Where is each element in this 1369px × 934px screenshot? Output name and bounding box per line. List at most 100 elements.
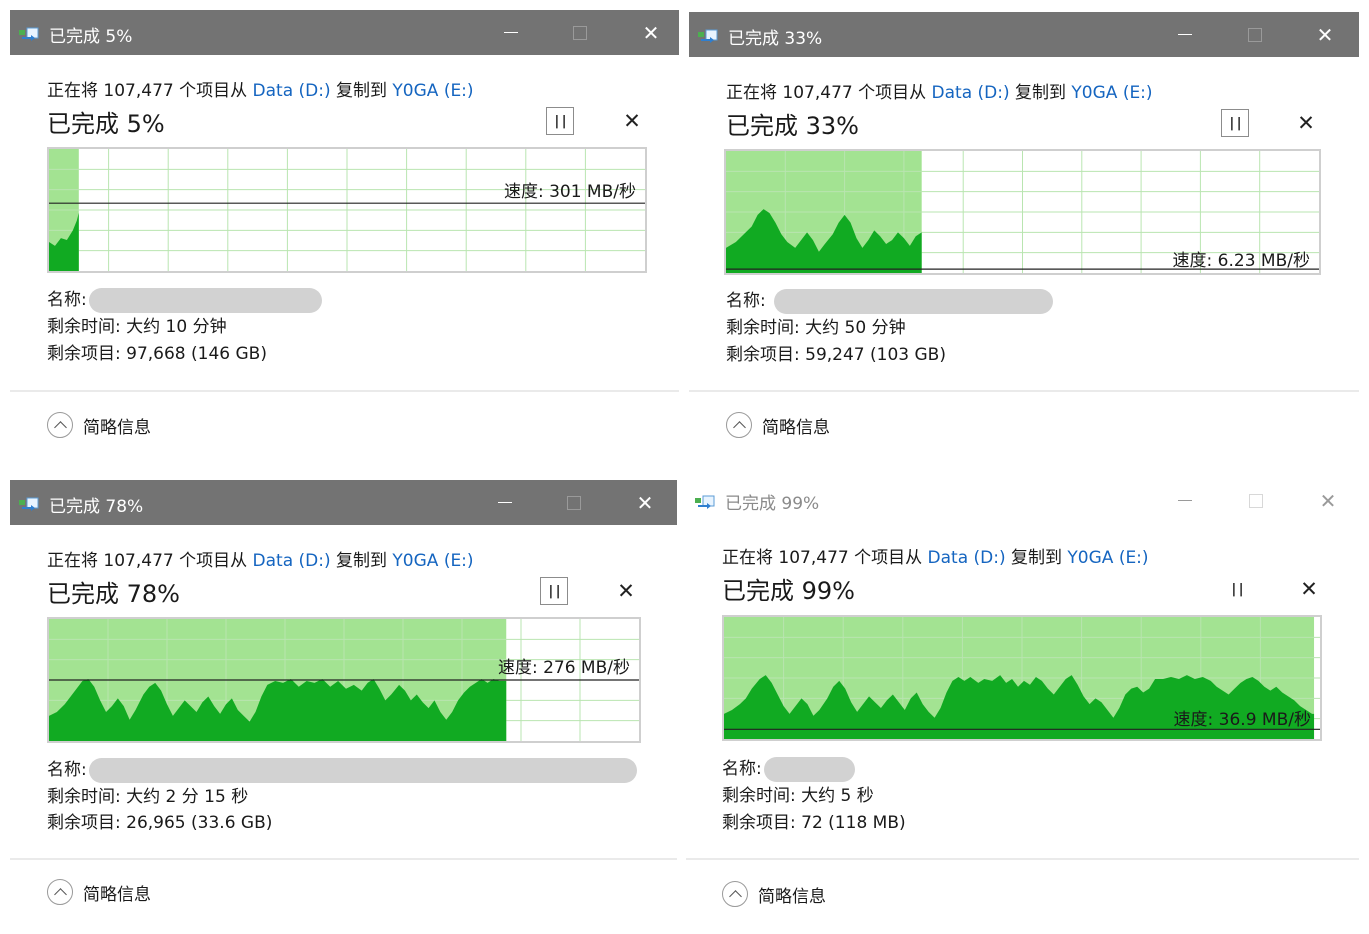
fewer-details-toggle[interactable]: 简略信息 [47, 879, 151, 905]
remaining-items-label: 剩余项目: [47, 813, 121, 833]
remaining-items-label: 剩余项目: [726, 345, 800, 365]
remaining-time-label: 剩余时间: [47, 317, 121, 337]
desc-prefix: 正在将 107,477 个项目从 [722, 548, 928, 568]
remaining-items-label: 剩余项目: [722, 813, 796, 833]
speed-readout: 速度: 276 MB/秒 [497, 658, 630, 678]
desc-middle: 复制到 [330, 81, 393, 101]
minimize-button[interactable] [1162, 478, 1208, 523]
pause-icon: | | [1229, 115, 1241, 131]
fewer-details-label: 简略信息 [83, 417, 151, 438]
source-link[interactable]: Data (D:) [253, 81, 331, 101]
source-link[interactable]: Data (D:) [253, 551, 331, 571]
speed-graph: 速度: 276 MB/秒 [47, 617, 641, 743]
remaining-time-value: 大约 10 分钟 [126, 317, 227, 337]
name-row: 名称: [47, 287, 322, 314]
speed-graph-canvas [49, 149, 645, 271]
pause-button[interactable]: | | [540, 577, 568, 605]
copy-description: 正在将 107,477 个项目从 Data (D:) 复制到 Y0GA (E:) [726, 78, 1153, 103]
maximize-button[interactable] [557, 10, 603, 55]
speed-graph: 速度: 301 MB/秒 [47, 147, 647, 273]
pause-icon: | | [1231, 581, 1243, 597]
file-copy-icon [19, 27, 39, 41]
filename-redacted [763, 756, 855, 782]
remaining-time-value: 大约 2 分 15 秒 [126, 787, 249, 807]
window-title: 已完成 78% [49, 497, 144, 517]
filename-redacted [88, 287, 322, 313]
cancel-button[interactable]: ✕ [612, 577, 640, 605]
name-label: 名称: [47, 760, 87, 780]
destination-link[interactable]: Y0GA (E:) [392, 81, 473, 101]
cancel-button[interactable]: ✕ [1292, 109, 1320, 137]
remaining-items-row: 剩余项目: 97,668 (146 GB) [47, 341, 267, 368]
title-bar[interactable]: 已完成 5% ✕ [10, 10, 679, 55]
speed-graph: 速度: 36.9 MB/秒 [722, 615, 1322, 741]
file-copy-icon [695, 495, 715, 509]
filename-redacted [773, 288, 1053, 314]
title-bar[interactable]: 已完成 99% ✕ [686, 478, 1359, 523]
remaining-items-value: 97,668 (146 GB) [126, 344, 267, 364]
close-icon: ✕ [1300, 577, 1318, 601]
close-window-button[interactable]: ✕ [1302, 12, 1348, 57]
maximize-button[interactable] [1232, 12, 1278, 57]
title-bar[interactable]: 已完成 33% ✕ [689, 12, 1359, 57]
remaining-time-label: 剩余时间: [722, 786, 796, 806]
minimize-icon [1178, 500, 1192, 501]
remaining-items-value: 26,965 (33.6 GB) [126, 813, 273, 833]
minimize-button[interactable] [482, 480, 528, 525]
divider [689, 390, 1359, 392]
close-icon: ✕ [1316, 22, 1334, 47]
chevron-up-icon [47, 879, 73, 905]
maximize-button[interactable] [1233, 478, 1279, 523]
fewer-details-toggle[interactable]: 简略信息 [726, 412, 830, 438]
close-window-button[interactable]: ✕ [628, 10, 674, 55]
cancel-button[interactable]: ✕ [618, 107, 646, 135]
speed-graph-canvas [49, 619, 639, 741]
chevron-up-icon [726, 412, 752, 438]
title-bar[interactable]: 已完成 78% ✕ [10, 480, 677, 525]
window-title: 已完成 5% [49, 27, 133, 47]
desc-middle: 复制到 [1009, 83, 1072, 103]
desc-prefix: 正在将 107,477 个项目从 [726, 83, 932, 103]
pause-button[interactable]: | | [546, 107, 574, 135]
minimize-button[interactable] [488, 10, 534, 55]
pause-button[interactable]: | | [1221, 109, 1249, 137]
filename-redacted [88, 757, 637, 783]
destination-link[interactable]: Y0GA (E:) [1067, 548, 1148, 568]
fewer-details-toggle[interactable]: 简略信息 [722, 881, 826, 907]
chevron-up-icon [47, 412, 73, 438]
destination-link[interactable]: Y0GA (E:) [1071, 83, 1152, 103]
fewer-details-label: 简略信息 [762, 417, 830, 438]
desc-prefix: 正在将 107,477 个项目从 [47, 81, 253, 101]
remaining-time-label: 剩余时间: [47, 787, 121, 807]
copy-description: 正在将 107,477 个项目从 Data (D:) 复制到 Y0GA (E:) [47, 76, 474, 101]
source-link[interactable]: Data (D:) [932, 83, 1010, 103]
maximize-icon [567, 495, 581, 510]
maximize-icon [1248, 27, 1262, 42]
close-icon: ✕ [642, 20, 660, 45]
cancel-button[interactable]: ✕ [1295, 575, 1323, 603]
fewer-details-toggle[interactable]: 简略信息 [47, 412, 151, 438]
divider [10, 858, 677, 860]
maximize-icon [573, 25, 587, 40]
pause-button[interactable]: | | [1223, 575, 1251, 603]
name-row: 名称: [722, 756, 855, 783]
copy-dialog-99: 已完成 99% ✕ 正在将 107,477 个项目从 Data (D:) 复制到… [686, 478, 1359, 932]
fewer-details-label: 简略信息 [758, 886, 826, 907]
name-label: 名称: [47, 290, 87, 310]
fewer-details-label: 简略信息 [83, 884, 151, 905]
maximize-button[interactable] [551, 480, 597, 525]
minimize-icon [504, 32, 518, 33]
percent-complete: 已完成 5% [47, 110, 165, 138]
close-window-button[interactable]: ✕ [622, 480, 668, 525]
source-link[interactable]: Data (D:) [928, 548, 1006, 568]
minimize-button[interactable] [1162, 12, 1208, 57]
minimize-icon [498, 502, 512, 503]
copy-dialog-33: 已完成 33% ✕ 正在将 107,477 个项目从 Data (D:) 复制到… [689, 12, 1359, 472]
file-copy-icon [698, 29, 718, 43]
minimize-icon [1178, 34, 1192, 35]
close-window-button[interactable]: ✕ [1305, 478, 1351, 523]
speed-graph: 速度: 6.23 MB/秒 [724, 149, 1321, 275]
maximize-icon [1249, 493, 1263, 508]
destination-link[interactable]: Y0GA (E:) [392, 551, 473, 571]
close-icon: ✕ [1319, 488, 1337, 513]
